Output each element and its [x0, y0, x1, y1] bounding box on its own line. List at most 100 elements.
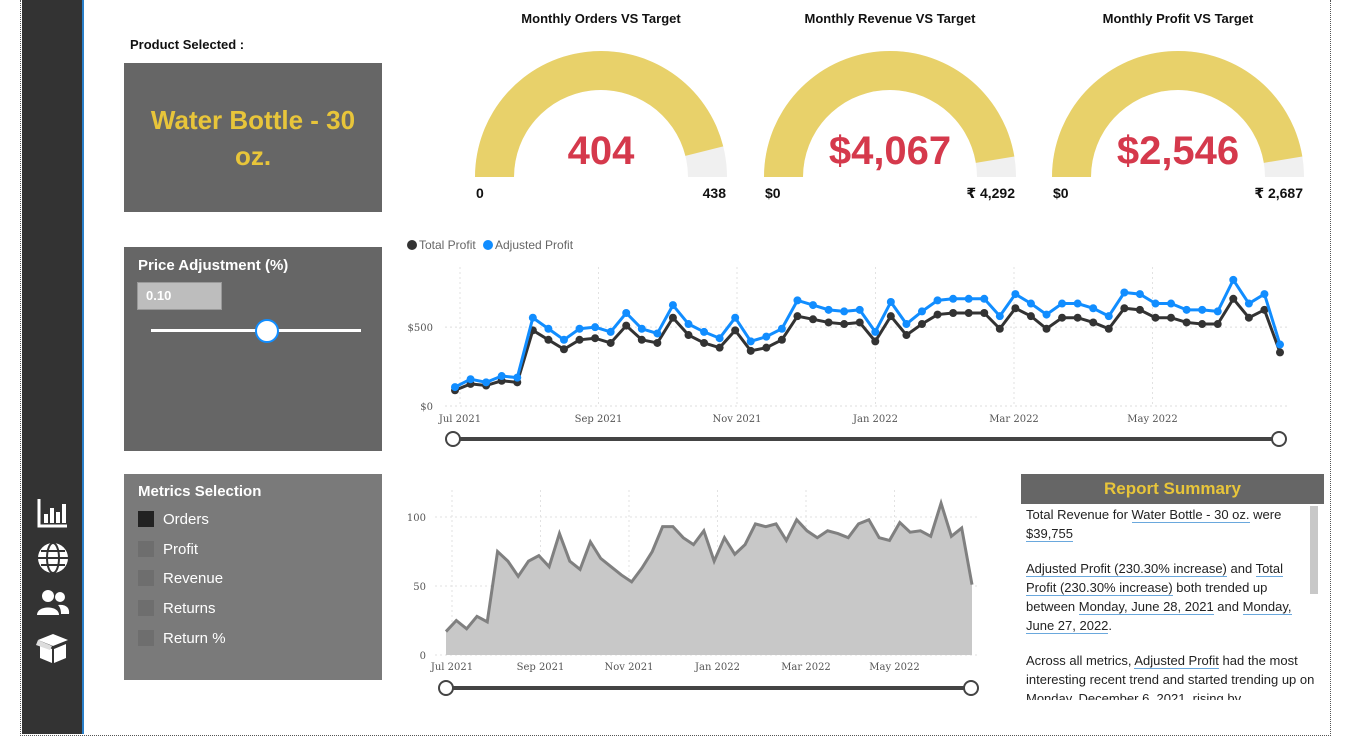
- users-icon[interactable]: [36, 586, 70, 620]
- x-tick-label: May 2022: [1127, 414, 1177, 425]
- data-point: [1260, 290, 1269, 299]
- data-point: [1151, 313, 1160, 322]
- data-point: [715, 334, 724, 343]
- metric-label: Revenue: [163, 569, 224, 587]
- data-point: [762, 343, 771, 352]
- data-point: [684, 331, 693, 340]
- data-point: [949, 294, 958, 303]
- data-point: [591, 323, 600, 332]
- data-point: [653, 329, 662, 338]
- checkbox[interactable]: [138, 630, 154, 646]
- zoom-handle-left: [445, 431, 461, 447]
- gauge-max-profit: ₹ 2,687: [1254, 185, 1303, 201]
- report-summary: Report Summary Total Revenue for Water B…: [1021, 474, 1324, 700]
- legend-marker: [407, 240, 417, 250]
- data-point: [824, 318, 833, 327]
- data-point: [995, 324, 1004, 333]
- x-tick-label: Sep 2021: [575, 414, 623, 425]
- data-point: [700, 327, 709, 336]
- data-point: [1120, 304, 1129, 313]
- checkbox[interactable]: [138, 600, 154, 616]
- data-point: [871, 337, 880, 346]
- summary-text-fragment: and: [1213, 599, 1243, 614]
- data-point: [575, 324, 584, 333]
- x-tick-label: Jan 2022: [694, 662, 740, 673]
- summary-paragraph: Across all metrics, Adjusted Profit had …: [1026, 651, 1316, 700]
- data-point: [1089, 304, 1098, 313]
- data-point: [855, 318, 864, 327]
- checkbox[interactable]: [138, 570, 154, 586]
- data-point: [528, 313, 537, 322]
- price-slider-handle[interactable]: [255, 319, 279, 343]
- data-point: [746, 346, 755, 355]
- x-tick-label: Jan 2022: [852, 414, 898, 425]
- profit-line-chart: $0 $500 Jul 2021 Sep 2021 Nov 2021 Jan 2022 Ma…: [407, 238, 1288, 447]
- checkbox[interactable]: [138, 511, 154, 527]
- data-point: [840, 307, 849, 316]
- y-tick-label: 0: [420, 651, 426, 662]
- series-line: [454, 296, 1282, 392]
- data-point: [700, 338, 709, 347]
- data-point: [1073, 299, 1082, 308]
- summary-highlight: Adjusted Profit: [1134, 653, 1219, 669]
- bar-chart-icon[interactable]: [36, 496, 70, 530]
- metric-option-returns[interactable]: Returns: [138, 598, 216, 618]
- data-point: [964, 308, 973, 317]
- orders-area-chart: 0 50 100 Jul 2021 Sep 2021 Nov 2021 Jan 2022 Ma…: [407, 490, 979, 696]
- data-point: [840, 320, 849, 329]
- data-point: [1229, 294, 1238, 303]
- data-point: [902, 331, 911, 340]
- metric-option-return-pct[interactable]: Return %: [138, 628, 226, 648]
- data-point: [544, 335, 553, 344]
- data-point: [809, 301, 818, 310]
- zoom-handle-right: [963, 680, 979, 696]
- price-adjustment-title: Price Adjustment (%): [138, 257, 289, 274]
- data-point: [964, 294, 973, 303]
- report-summary-text: Total Revenue for Water Bottle - 30 oz. …: [1026, 505, 1316, 700]
- summary-text-fragment: were: [1249, 507, 1282, 522]
- x-tick-label: Nov 2021: [604, 662, 653, 673]
- data-point: [731, 313, 740, 322]
- price-adjustment-input[interactable]: 0.10: [137, 282, 222, 310]
- data-point: [1026, 299, 1035, 308]
- gauge-max-orders: 438: [702, 185, 726, 201]
- data-point: [1151, 299, 1160, 308]
- metric-option-profit[interactable]: Profit: [138, 539, 198, 559]
- data-point: [497, 372, 506, 381]
- summary-text-fragment: and: [1226, 561, 1256, 576]
- gauge-value-revenue: $4,067: [828, 129, 952, 173]
- data-point: [886, 297, 895, 306]
- data-point: [933, 296, 942, 305]
- data-point: [1276, 348, 1284, 357]
- data-point: [1026, 312, 1035, 321]
- data-point: [637, 335, 646, 344]
- open-box-icon[interactable]: [36, 631, 70, 665]
- metric-label: Return %: [163, 629, 226, 647]
- summary-highlight: Monday, June 28, 2021: [1078, 599, 1214, 615]
- metric-option-orders[interactable]: Orders: [138, 509, 209, 529]
- data-point: [1167, 313, 1176, 322]
- data-point: [715, 343, 724, 352]
- data-point: [559, 345, 568, 354]
- metrics-selection-title: Metrics Selection: [138, 483, 262, 500]
- zoom-handle-right: [1271, 431, 1287, 447]
- data-point: [1198, 305, 1207, 314]
- x-tick-label: Sep 2021: [517, 662, 565, 673]
- dashboard-canvas: Product Selected : Water Bottle - 30 oz.…: [0, 0, 1350, 738]
- metric-option-revenue[interactable]: Revenue: [138, 568, 223, 588]
- x-tick-label: Mar 2022: [781, 662, 831, 673]
- data-point: [1276, 340, 1284, 349]
- gauge-min-orders: 0: [476, 185, 484, 201]
- data-point: [1042, 324, 1051, 333]
- gauge-min-profit: $0: [1053, 185, 1069, 201]
- data-point: [1058, 313, 1067, 322]
- summary-text-fragment: Total Revenue for: [1026, 507, 1132, 522]
- data-point: [824, 305, 833, 314]
- x-tick-label: Nov 2021: [712, 414, 761, 425]
- x-tick-label: Jul 2021: [430, 662, 473, 673]
- checkbox[interactable]: [138, 541, 154, 557]
- summary-paragraph: Total Revenue for Water Bottle - 30 oz. …: [1026, 505, 1316, 543]
- data-point: [1120, 288, 1129, 297]
- globe-icon[interactable]: [36, 541, 70, 575]
- area-fill: [446, 503, 972, 655]
